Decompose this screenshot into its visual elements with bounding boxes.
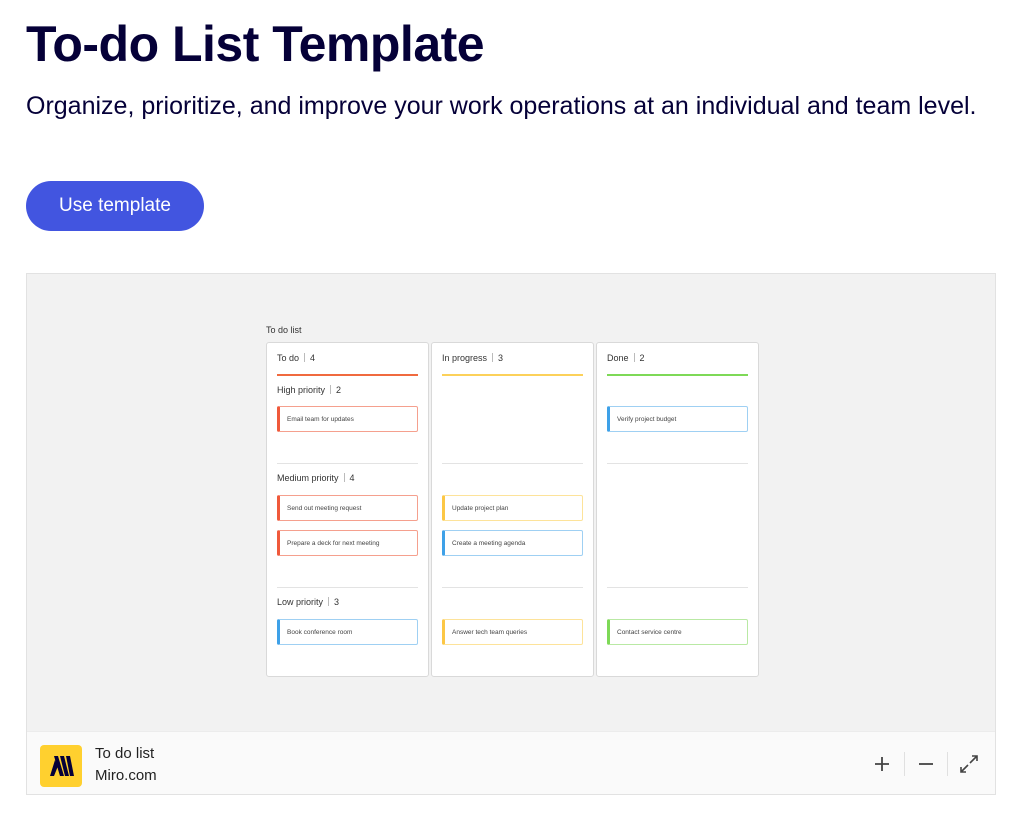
section-count: 2 — [336, 385, 342, 395]
card[interactable]: Book conference room — [277, 619, 418, 645]
page-title: To-do List Template — [26, 16, 485, 72]
column-count: 2 — [639, 353, 645, 363]
column-header: Done 2 — [607, 353, 645, 363]
column-count: 3 — [498, 353, 504, 363]
section-divider — [607, 463, 748, 464]
control-divider — [904, 752, 905, 776]
section-label-high: High priority 2 — [277, 385, 341, 395]
section-divider — [442, 463, 583, 464]
card[interactable]: Send out meeting request — [277, 495, 418, 521]
card[interactable]: Answer tech team queries — [442, 619, 583, 645]
card[interactable]: Prepare a deck for next meeting — [277, 530, 418, 556]
section-name: Low priority — [277, 597, 324, 607]
fullscreen-icon[interactable] — [955, 750, 983, 778]
column-header: In progress 3 — [442, 353, 503, 363]
column-name: In progress — [442, 353, 488, 363]
card[interactable]: Verify project budget — [607, 406, 748, 432]
board-canvas[interactable]: To do list To do 4 High priority 2 Email t… — [27, 274, 995, 732]
control-divider — [947, 752, 948, 776]
card[interactable]: Create a meeting agenda — [442, 530, 583, 556]
column-in-progress[interactable]: In progress 3 Update project plan Create … — [431, 342, 594, 677]
column-todo[interactable]: To do 4 High priority 2 Email team for upd… — [266, 342, 429, 677]
card[interactable]: Contact service centre — [607, 619, 748, 645]
card[interactable]: Email team for updates — [277, 406, 418, 432]
board-title: To do list — [266, 325, 302, 335]
section-divider — [442, 587, 583, 588]
section-name: Medium priority — [277, 473, 339, 483]
embed-title[interactable]: To do list — [95, 745, 154, 762]
page-subtitle: Organize, prioritize, and improve your w… — [26, 92, 977, 120]
column-name: Done — [607, 353, 629, 363]
use-template-button[interactable]: Use template — [26, 181, 204, 231]
column-done[interactable]: Done 2 Verify project budget Contact serv… — [596, 342, 759, 677]
section-count: 4 — [349, 473, 355, 483]
board-embed[interactable]: To do list To do 4 High priority 2 Email t… — [26, 273, 996, 795]
section-divider — [277, 463, 418, 464]
card[interactable]: Update project plan — [442, 495, 583, 521]
section-label-low: Low priority 3 — [277, 597, 339, 607]
section-divider — [277, 587, 418, 588]
embed-footer: To do list Miro.com — [27, 731, 995, 794]
column-name: To do — [277, 353, 300, 363]
section-label-medium: Medium priority 4 — [277, 473, 355, 483]
column-header: To do 4 — [277, 353, 315, 363]
column-accent-line — [277, 374, 418, 376]
section-name: High priority — [277, 385, 326, 395]
zoom-in-icon[interactable] — [868, 750, 896, 778]
zoom-out-icon[interactable] — [912, 750, 940, 778]
section-divider — [607, 587, 748, 588]
section-count: 3 — [334, 597, 340, 607]
column-count: 4 — [310, 353, 316, 363]
embed-source-link[interactable]: Miro.com — [95, 767, 157, 784]
column-accent-line — [607, 374, 748, 376]
miro-logo-icon[interactable] — [40, 745, 82, 787]
column-accent-line — [442, 374, 583, 376]
